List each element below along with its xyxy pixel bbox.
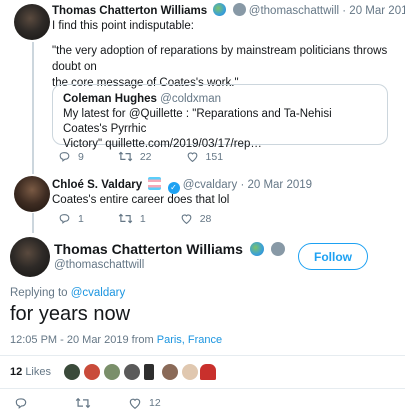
main-tweet-actions: 12: [14, 396, 195, 410]
divider: [0, 355, 405, 356]
heart-icon: [187, 152, 197, 163]
quoted-tweet-header: Coleman Hughes @coldxman: [63, 92, 377, 107]
likes-stat[interactable]: 12 Likes: [10, 366, 51, 378]
likes-label: Likes: [25, 366, 51, 378]
tweet-text-line: "the very adoption of reparations by mai…: [52, 45, 388, 73]
liker-avatar[interactable]: [144, 364, 154, 380]
retweet-icon: [118, 213, 133, 224]
like-count: 12: [149, 397, 161, 409]
avatar[interactable]: [14, 176, 50, 212]
retweet-button[interactable]: 1: [118, 212, 146, 225]
like-button[interactable]: 28: [180, 212, 212, 225]
liker-avatar[interactable]: [104, 364, 120, 380]
author-handle[interactable]: @cvaldary: [183, 179, 238, 191]
replying-to-label: Replying to: [10, 287, 71, 299]
tweet-text: Coates's entire career does that lol: [52, 194, 230, 206]
thread-line: [32, 42, 34, 174]
author-handle[interactable]: @thomaschattwill: [249, 5, 339, 17]
location-link[interactable]: Paris, France: [157, 334, 222, 346]
flag-emoji-icon: [148, 177, 162, 190]
tweet-header: Thomas Chatterton Williams @thomaschattw…: [52, 3, 405, 17]
liker-avatar[interactable]: [200, 364, 216, 380]
liker-avatar[interactable]: [124, 364, 140, 380]
heart-icon: [129, 398, 141, 409]
timestamp-text[interactable]: 12:05 PM - 20 Mar 2019 from: [10, 334, 157, 346]
tweet-date[interactable]: · 20 Mar 2019: [342, 5, 405, 17]
quoted-author-name: Coleman Hughes: [63, 93, 157, 105]
heart-icon: [181, 214, 192, 225]
quoted-tweet[interactable]: Coleman Hughes @coldxman My latest for @…: [52, 84, 388, 150]
like-count: 28: [199, 212, 212, 225]
tweet-date[interactable]: · 20 Mar 2019: [240, 179, 312, 191]
like-button[interactable]: 151: [186, 150, 224, 163]
headphones-emoji-icon: [270, 242, 285, 256]
main-tweet-text: for years now: [10, 303, 131, 325]
tweet-text-line: I find this point indisputable:: [52, 20, 194, 32]
thread-line: [32, 213, 34, 233]
retweet-count: 22: [139, 150, 152, 163]
quoted-author-handle: @coldxman: [160, 93, 222, 105]
reply-icon: [59, 214, 70, 224]
globe-emoji-icon: [213, 3, 227, 16]
liker-avatar[interactable]: [182, 364, 198, 380]
tweet-text: I find this point indisputable: "the ver…: [52, 18, 397, 91]
retweet-button[interactable]: [75, 396, 98, 410]
reply-count: 1: [78, 212, 84, 225]
author-name[interactable]: Chloé S. Valdary: [52, 179, 142, 191]
liker-avatar[interactable]: [162, 364, 178, 380]
replying-to: Replying to @cvaldary: [10, 287, 125, 299]
replying-to-handle[interactable]: @cvaldary: [71, 287, 126, 299]
avatar[interactable]: [10, 237, 50, 277]
author-name[interactable]: Thomas Chatterton Williams: [54, 241, 243, 257]
globe-emoji-icon: [249, 242, 264, 256]
retweet-icon: [75, 397, 91, 409]
tweet-actions: 1 1 28: [58, 212, 245, 225]
follow-button[interactable]: Follow: [298, 243, 368, 270]
reply-icon: [15, 398, 27, 409]
reply-count: 9: [78, 150, 84, 163]
reply-icon: [59, 152, 70, 162]
author-name[interactable]: Thomas Chatterton Williams: [52, 5, 207, 17]
retweet-count: 1: [139, 212, 146, 225]
liker-avatar[interactable]: [64, 364, 80, 380]
reply-button[interactable]: 9: [58, 150, 84, 163]
avatar[interactable]: [14, 4, 50, 40]
like-count: 151: [205, 150, 224, 163]
tweet-actions: 9 22 151: [58, 150, 257, 163]
like-button[interactable]: 12: [128, 396, 161, 410]
retweet-icon: [118, 151, 133, 162]
quoted-tweet-text: My latest for @Quillette : "Reparations …: [63, 108, 332, 135]
tweet-timestamp: 12:05 PM - 20 Mar 2019 from Paris, Franc…: [10, 334, 222, 346]
reply-button[interactable]: 1: [58, 212, 84, 225]
main-tweet-header: Thomas Chatterton Williams: [54, 241, 285, 257]
liker-avatar[interactable]: [84, 364, 100, 380]
headphones-emoji-icon: [232, 3, 246, 16]
author-handle[interactable]: @thomaschattwill: [54, 259, 144, 271]
retweet-button[interactable]: 22: [118, 150, 152, 163]
likes-count: 12: [10, 366, 23, 378]
divider: [0, 388, 405, 389]
reply-button[interactable]: [14, 396, 35, 410]
